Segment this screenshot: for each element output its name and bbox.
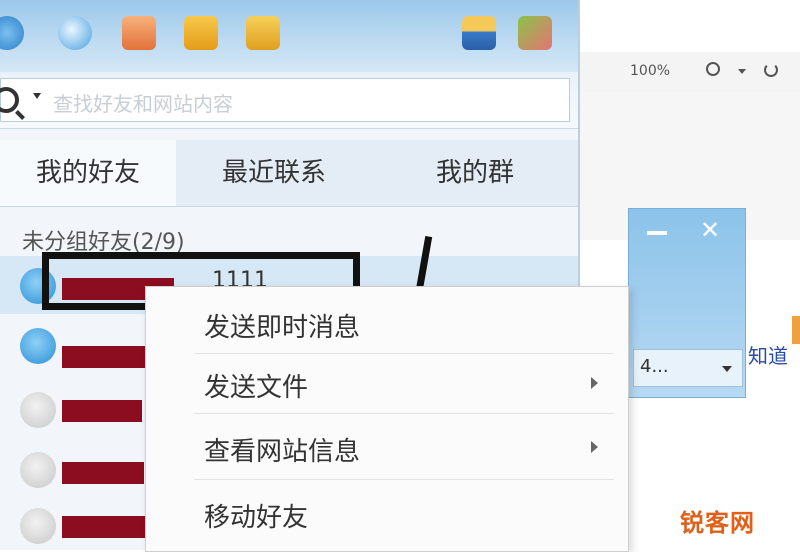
wallet-icon[interactable] [184, 16, 218, 50]
search-placeholder: 查找好友和网站内容 [53, 92, 233, 116]
tab-recent-contacts[interactable]: 最近联系 [176, 140, 372, 206]
redacted-name [62, 516, 156, 538]
chat-window: ✕ 4... [628, 208, 746, 398]
menu-item-label: 移动好友 [204, 503, 309, 533]
redacted-name [62, 346, 156, 368]
chat-input[interactable]: 4... [633, 349, 743, 387]
chevron-right-icon [591, 377, 598, 389]
avatar [20, 392, 56, 428]
lock-icon[interactable] [246, 16, 280, 50]
qzone-icon[interactable] [0, 16, 24, 50]
refresh-icon[interactable] [764, 63, 778, 77]
menu-item-label: 查看网站信息 [204, 437, 361, 467]
menu-item-label: 发送即时消息 [204, 313, 361, 343]
close-icon[interactable]: ✕ [697, 217, 723, 243]
message-box-icon[interactable] [462, 16, 496, 50]
chevron-right-icon [591, 441, 598, 453]
zoom-icon[interactable] [706, 62, 720, 76]
search-icon[interactable] [0, 87, 19, 113]
mail-icon[interactable] [122, 16, 156, 50]
menu-item-send-file[interactable]: 发送文件 [146, 353, 628, 415]
zoom-level[interactable]: 100% [630, 63, 670, 79]
chevron-down-icon[interactable] [722, 366, 732, 372]
tab-my-friends[interactable]: 我的好友 [0, 140, 176, 206]
tab-label: 我的好友 [35, 158, 140, 188]
tab-label: 我的群 [435, 158, 514, 188]
menu-item-move-friend[interactable]: 移动好友 [146, 483, 628, 545]
menu-item-send-message[interactable]: 发送即时消息 [146, 293, 628, 355]
weibo-icon[interactable] [58, 16, 92, 50]
top-toolbar [0, 0, 578, 72]
avatar [20, 508, 56, 544]
menu-divider [194, 479, 614, 480]
redacted-name [62, 400, 142, 422]
right-link[interactable]: 知道 [748, 340, 788, 369]
context-menu: 发送即时消息 发送文件 查看网站信息 移动好友 [145, 286, 629, 552]
avatar [20, 328, 56, 364]
avatar [20, 452, 56, 488]
search-bar: 查找好友和网站内容 [0, 72, 578, 129]
chevron-down-icon[interactable] [33, 93, 41, 99]
minimize-icon[interactable] [647, 231, 667, 235]
orange-strip [792, 316, 800, 344]
tab-bar: 我的好友 最近联系 我的群 [0, 140, 578, 207]
chat-input-text: 4... [640, 356, 669, 377]
menu-item-view-site-info[interactable]: 查看网站信息 [146, 417, 628, 479]
tab-label: 最近联系 [221, 158, 326, 188]
redacted-name [62, 462, 144, 484]
tab-my-groups[interactable]: 我的群 [372, 140, 578, 206]
menu-divider [194, 413, 614, 414]
watermark: 锐客网 [680, 509, 755, 537]
search-input[interactable]: 查找好友和网站内容 [0, 78, 570, 122]
menu-item-label: 发送文件 [204, 373, 309, 403]
app-manager-icon[interactable] [518, 16, 552, 50]
chevron-down-icon[interactable] [738, 69, 746, 74]
